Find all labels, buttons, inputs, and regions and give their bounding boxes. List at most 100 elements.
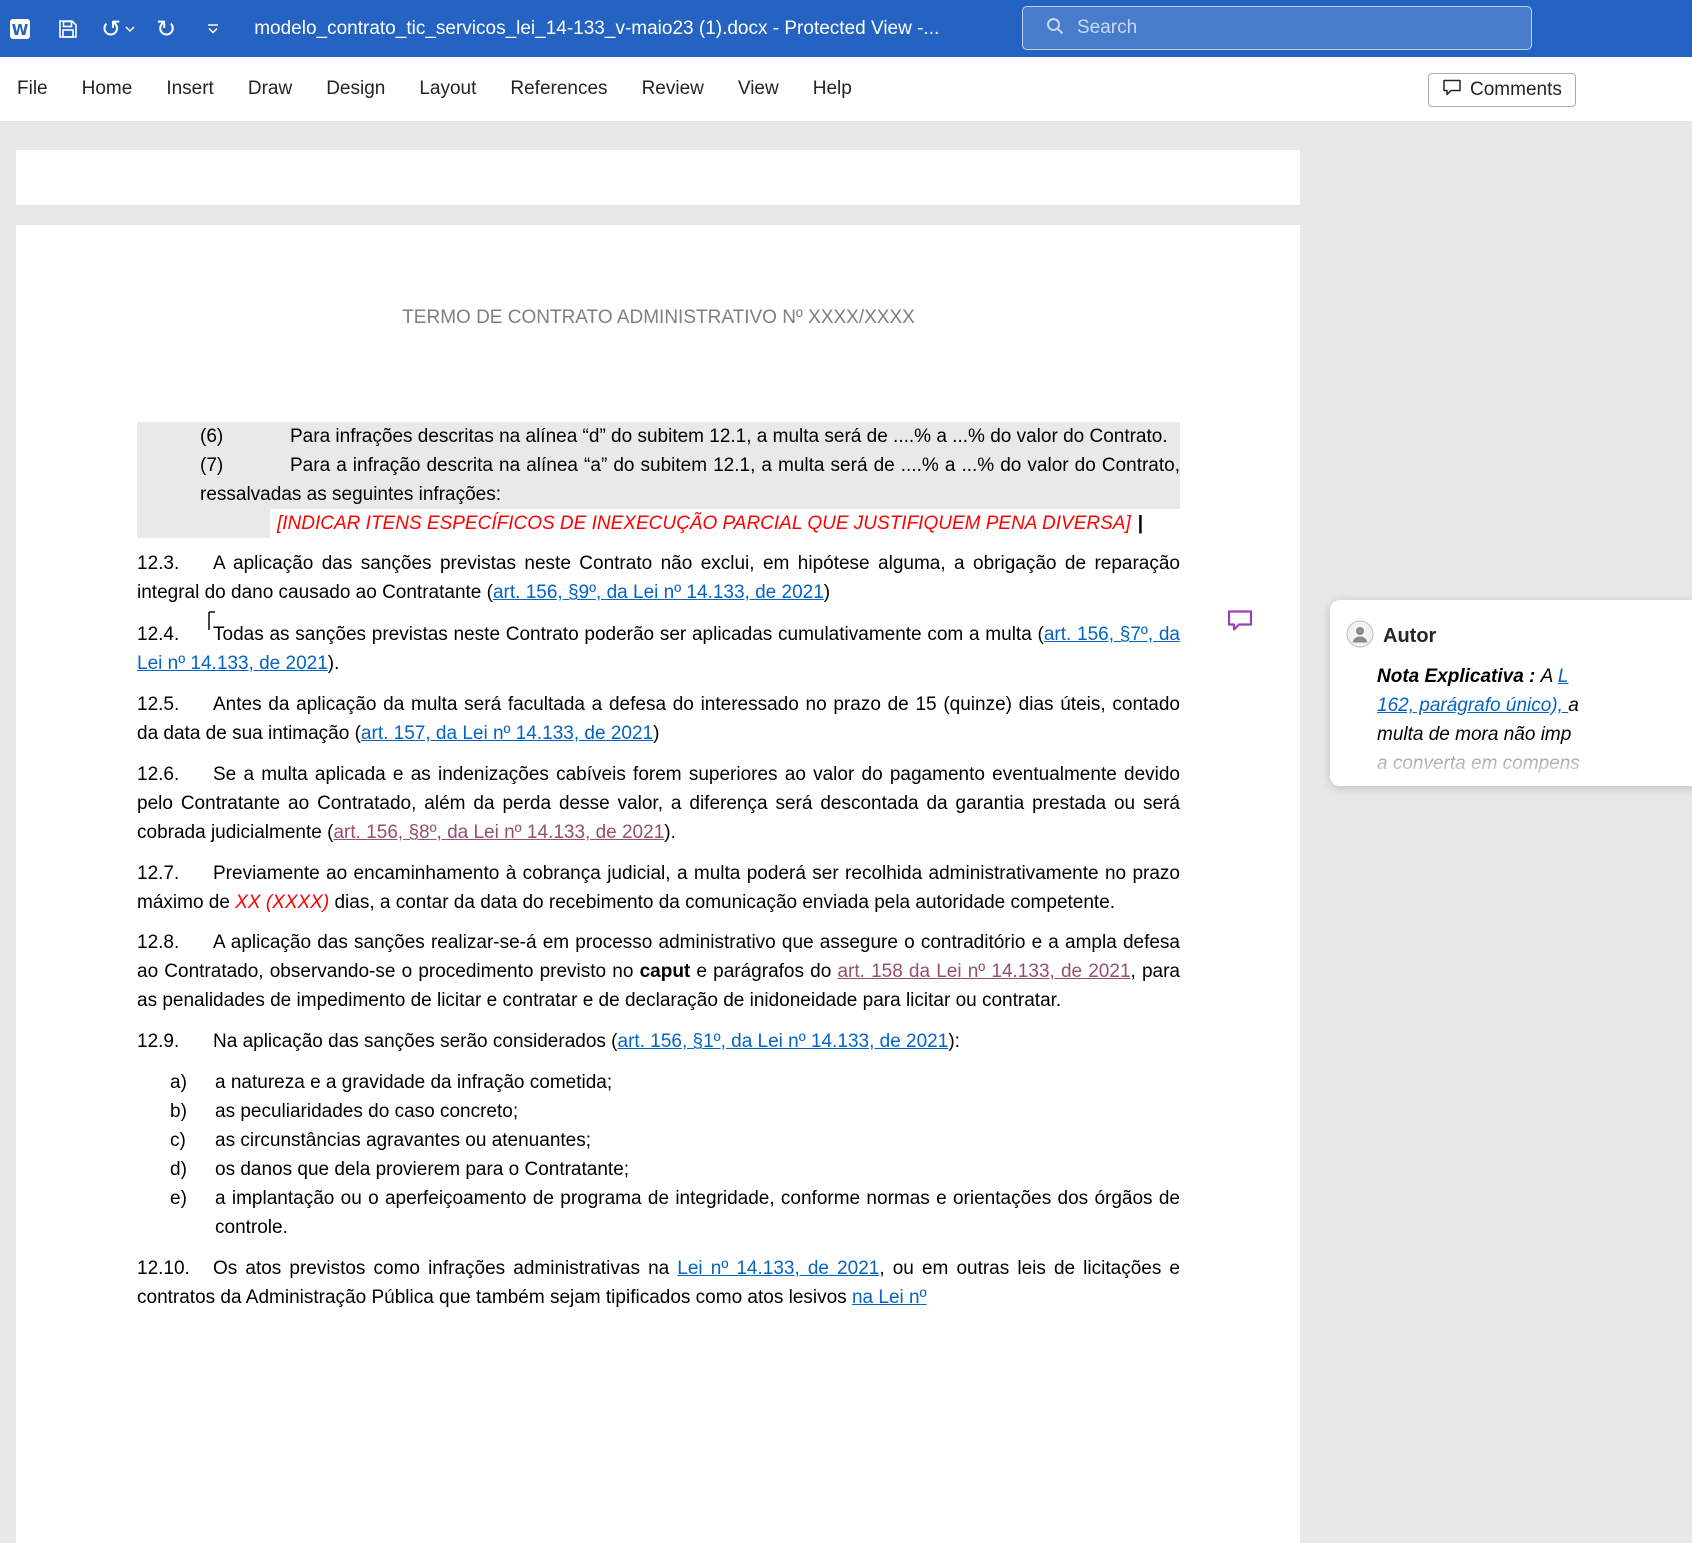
tab-file[interactable]: File <box>0 78 65 100</box>
clause-number: 12.5. <box>137 690 213 719</box>
clause-text: Para infrações descritas na alínea “d” d… <box>290 426 1168 447</box>
list-item: e)a implantação ou o aperfeiçoamento de … <box>137 1184 1180 1242</box>
comment-body: Nota Explicativa : A L 162, parágrafo ún… <box>1377 662 1692 778</box>
list-item: d)os danos que dela provierem para o Con… <box>137 1155 1180 1184</box>
clause-12-5: 12.5.Antes da aplicação da multa será fa… <box>137 690 1180 748</box>
clause-text: Na aplicação das sanções serão considera… <box>213 1031 618 1052</box>
list-letter: d) <box>170 1155 215 1184</box>
svg-text:W: W <box>12 21 29 39</box>
clause-text: ) <box>653 723 659 744</box>
clause-text: Os atos previstos como infrações adminis… <box>213 1258 677 1279</box>
clause-12-10: 12.10.Os atos previstos como infrações a… <box>137 1254 1180 1312</box>
quick-access-toolbar: W ↺ ↻ <box>0 16 220 42</box>
tab-draw[interactable]: Draw <box>231 78 309 100</box>
law-link[interactable]: art. 158 da Lei nº 14.133, de 2021 <box>837 961 1130 982</box>
comment-line: a converta em compens <box>1377 749 1692 778</box>
tab-design[interactable]: Design <box>309 78 402 100</box>
clause-number: 12.4. <box>137 620 213 649</box>
clause-12-7: 12.7.Previamente ao encaminhamento à cob… <box>137 859 1180 917</box>
list-letter: b) <box>170 1097 215 1126</box>
avatar-icon <box>1346 620 1374 653</box>
clause-text: ). <box>664 822 676 843</box>
comment-header: Autor <box>1346 620 1692 653</box>
comment-indicator-icon[interactable] <box>1226 608 1254 639</box>
comment-line: multa de mora não imp <box>1377 720 1692 749</box>
clause-12-4: 12.4.Todas as sanções previstas neste Co… <box>137 620 1180 678</box>
ribbon: File Home Insert Draw Design Layout Refe… <box>0 57 1692 122</box>
clause-text: dias, a contar da data do recebimento da… <box>329 892 1115 913</box>
undo-icon[interactable]: ↺ <box>101 17 121 41</box>
quick-access-chevron-icon[interactable] <box>206 23 220 35</box>
word-window: W ↺ ↻ modelo_contrato_tic_servicos_lei_1… <box>0 0 1692 1543</box>
red-placeholder-run: XX (XXXX) <box>235 892 329 913</box>
clause-12-3: 12.3.A aplicação das sanções previstas n… <box>137 549 1180 607</box>
clause-number: (7) <box>200 451 290 480</box>
previous-page-edge <box>16 150 1300 205</box>
clause-number: (6) <box>200 422 290 451</box>
law-link[interactable]: art. 156, §8º, da Lei nº 14.133, de 2021 <box>333 822 664 843</box>
law-link[interactable]: art. 156, §9º, da Lei nº 14.133, de 2021 <box>493 582 824 603</box>
list-letter: c) <box>170 1126 215 1155</box>
bold-run: caput <box>640 961 691 982</box>
clause-number: 12.9. <box>137 1027 213 1056</box>
list-text: os danos que dela provierem para o Contr… <box>215 1159 629 1180</box>
list-letter: a) <box>170 1068 215 1097</box>
comment-line: Nota Explicativa : A L <box>1377 662 1692 691</box>
red-placeholder-note: [INDICAR ITENS ESPECÍFICOS DE INEXECUÇÃO… <box>137 509 1180 538</box>
search-input[interactable] <box>1077 17 1497 39</box>
titlebar: W ↺ ↻ modelo_contrato_tic_servicos_lei_1… <box>0 0 1692 57</box>
clause-12-6: 12.6.Se a multa aplicada e as indenizaçõ… <box>137 760 1180 847</box>
clause-number: 12.10. <box>137 1254 213 1283</box>
tab-review[interactable]: Review <box>625 78 721 100</box>
clause-text: e parágrafos do <box>690 961 837 982</box>
law-link[interactable]: art. 156, §1º, da Lei nº 14.133, de 2021 <box>618 1031 949 1052</box>
text-caret: | <box>1138 513 1143 534</box>
document-heading: TERMO DE CONTRATO ADMINISTRATIVO Nº XXXX… <box>137 303 1180 332</box>
criteria-list: a)a natureza e a gravidade da infração c… <box>137 1068 1180 1242</box>
clause-text: ) <box>824 582 830 603</box>
ibeam-cursor <box>206 610 216 637</box>
word-logo-icon[interactable]: W <box>7 16 33 42</box>
clause-text: ): <box>948 1031 960 1052</box>
list-text: as circunstâncias agravantes ou atenuant… <box>215 1130 591 1151</box>
comment-author: Autor <box>1383 625 1436 648</box>
list-text: a implantação ou o aperfeiçoamento de pr… <box>215 1188 1180 1238</box>
law-link[interactable]: art. 157, da Lei nº 14.133, de 2021 <box>361 723 653 744</box>
clause-number: 12.8. <box>137 928 213 957</box>
document-canvas: TERMO DE CONTRATO ADMINISTRATIVO Nº XXXX… <box>0 122 1692 1543</box>
list-text: as peculiaridades do caso concreto; <box>215 1101 518 1122</box>
note-link[interactable]: L <box>1558 666 1569 687</box>
search-box[interactable] <box>1022 6 1532 50</box>
list-item: a)a natureza e a gravidade da infração c… <box>137 1068 1180 1097</box>
clause-12-9: 12.9.Na aplicação das sanções serão cons… <box>137 1027 1180 1056</box>
tab-references[interactable]: References <box>493 78 624 100</box>
document-page[interactable]: TERMO DE CONTRATO ADMINISTRATIVO Nº XXXX… <box>16 225 1300 1543</box>
save-icon[interactable] <box>57 18 79 40</box>
placeholder-text: [INDICAR ITENS ESPECÍFICOS DE INEXECUÇÃO… <box>277 513 1131 534</box>
law-link[interactable]: na Lei nº <box>852 1287 927 1308</box>
note-text: A <box>1541 666 1558 687</box>
clause-12-8: 12.8.A aplicação das sanções realizar-se… <box>137 928 1180 1015</box>
comment-card[interactable]: Autor Nota Explicativa : A L 162, parágr… <box>1330 600 1692 786</box>
comment-line: 162, parágrafo único), a <box>1377 691 1692 720</box>
list-text: a natureza e a gravidade da infração com… <box>215 1072 612 1093</box>
clause-7: (7)Para a infração descrita na alínea “a… <box>137 451 1180 509</box>
tab-help[interactable]: Help <box>796 78 869 100</box>
clause-text: Para a infração descrita na alínea “a” d… <box>200 455 1180 505</box>
tab-view[interactable]: View <box>721 78 796 100</box>
clause-6: (6)Para infrações descritas na alínea “d… <box>137 422 1180 451</box>
clause-number: 12.7. <box>137 859 213 888</box>
list-letter: e) <box>170 1184 215 1213</box>
list-item: b)as peculiaridades do caso concreto; <box>137 1097 1180 1126</box>
undo-chevron-icon[interactable] <box>124 25 136 33</box>
comments-button-label: Comments <box>1470 79 1562 101</box>
redo-icon[interactable]: ↻ <box>156 17 176 41</box>
note-label: Nota Explicativa : <box>1377 666 1541 687</box>
tab-insert[interactable]: Insert <box>149 78 231 100</box>
comments-button[interactable]: Comments <box>1428 73 1576 107</box>
law-link[interactable]: Lei nº 14.133, de 2021 <box>677 1258 879 1279</box>
note-link[interactable]: 162, parágrafo único), <box>1377 695 1568 716</box>
tab-home[interactable]: Home <box>65 78 150 100</box>
note-text: a <box>1568 695 1579 716</box>
tab-layout[interactable]: Layout <box>402 78 493 100</box>
